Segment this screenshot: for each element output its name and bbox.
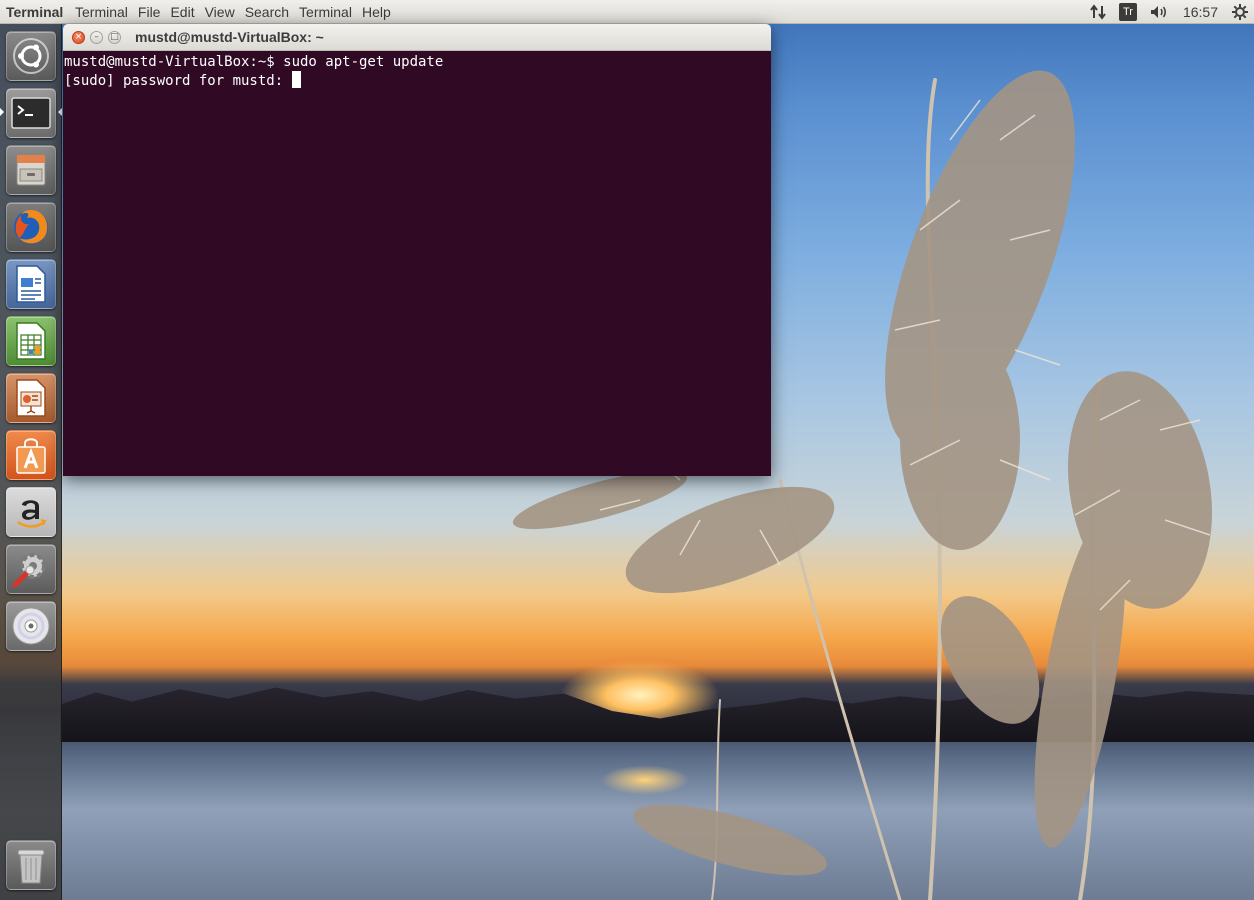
launcher-dash-home[interactable] bbox=[6, 31, 56, 81]
firefox-icon bbox=[14, 210, 48, 244]
indicator-area: Tr 16:57 bbox=[1083, 0, 1254, 24]
top-panel: Terminal Terminal File Edit View Search … bbox=[0, 0, 1254, 24]
terminal-line-prompt: [sudo] password for mustd: bbox=[64, 71, 771, 90]
writer-document-icon bbox=[16, 265, 46, 303]
launcher-terminal[interactable] bbox=[6, 88, 56, 138]
impress-presentation-icon bbox=[16, 379, 46, 417]
keyboard-layout-badge: Tr bbox=[1118, 3, 1137, 21]
software-center-bag-icon bbox=[16, 438, 46, 474]
launcher bbox=[0, 24, 62, 900]
terminal-output[interactable]: mustd@mustd-VirtualBox:~$ sudo apt-get u… bbox=[63, 51, 771, 476]
menu-search[interactable]: Search bbox=[240, 0, 294, 24]
launcher-libreoffice-impress[interactable] bbox=[6, 373, 56, 423]
focused-pip bbox=[58, 108, 62, 116]
window-titlebar[interactable]: × – □ mustd@mustd-VirtualBox: ~ bbox=[63, 24, 771, 51]
settings-gear-wrench-icon bbox=[12, 553, 46, 588]
trash-icon bbox=[17, 849, 45, 884]
menu-edit[interactable]: Edit bbox=[165, 0, 199, 24]
network-indicator[interactable] bbox=[1083, 0, 1113, 24]
speaker-icon bbox=[1150, 6, 1166, 18]
calc-spreadsheet-icon bbox=[16, 322, 46, 360]
gear-icon bbox=[1232, 4, 1248, 20]
launcher-system-settings[interactable] bbox=[6, 544, 56, 594]
menu-view[interactable]: View bbox=[200, 0, 240, 24]
terminal-line-command: mustd@mustd-VirtualBox:~$ sudo apt-get u… bbox=[64, 54, 444, 70]
clock[interactable]: 16:57 bbox=[1175, 0, 1226, 24]
menubar: Terminal File Edit View Search Terminal … bbox=[70, 0, 396, 24]
launcher-software-center[interactable] bbox=[6, 430, 56, 480]
launcher-libreoffice-calc[interactable] bbox=[6, 316, 56, 366]
sudo-password-prompt: [sudo] password for mustd: bbox=[64, 73, 292, 89]
menu-terminal[interactable]: Terminal bbox=[70, 0, 133, 24]
close-button[interactable]: × bbox=[72, 31, 85, 44]
menu-file[interactable]: File bbox=[133, 0, 166, 24]
terminal-icon bbox=[11, 97, 51, 129]
launcher-dvd-drive[interactable] bbox=[6, 601, 56, 651]
menu-help[interactable]: Help bbox=[357, 0, 396, 24]
terminal-window: × – □ mustd@mustd-VirtualBox: ~ mustd@mu… bbox=[63, 24, 771, 476]
sound-indicator[interactable] bbox=[1143, 0, 1175, 24]
minimize-button[interactable]: – bbox=[90, 31, 103, 44]
cd-disc-icon bbox=[12, 607, 50, 645]
keyboard-indicator[interactable]: Tr bbox=[1113, 0, 1143, 24]
ubuntu-logo-icon bbox=[13, 38, 49, 74]
active-app-name: Terminal bbox=[6, 3, 64, 20]
launcher-firefox[interactable] bbox=[6, 202, 56, 252]
running-pip bbox=[0, 108, 4, 116]
file-cabinet-icon bbox=[16, 154, 46, 186]
launcher-libreoffice-writer[interactable] bbox=[6, 259, 56, 309]
session-indicator[interactable] bbox=[1226, 0, 1254, 24]
text-cursor bbox=[291, 71, 301, 88]
launcher-amazon[interactable] bbox=[6, 487, 56, 537]
menu-terminal-2[interactable]: Terminal bbox=[294, 0, 357, 24]
network-arrows-icon bbox=[1090, 4, 1106, 20]
launcher-trash[interactable] bbox=[6, 840, 56, 890]
amazon-icon bbox=[17, 500, 47, 528]
launcher-files[interactable] bbox=[6, 145, 56, 195]
maximize-button[interactable]: □ bbox=[108, 31, 121, 44]
window-title: mustd@mustd-VirtualBox: ~ bbox=[135, 29, 324, 45]
